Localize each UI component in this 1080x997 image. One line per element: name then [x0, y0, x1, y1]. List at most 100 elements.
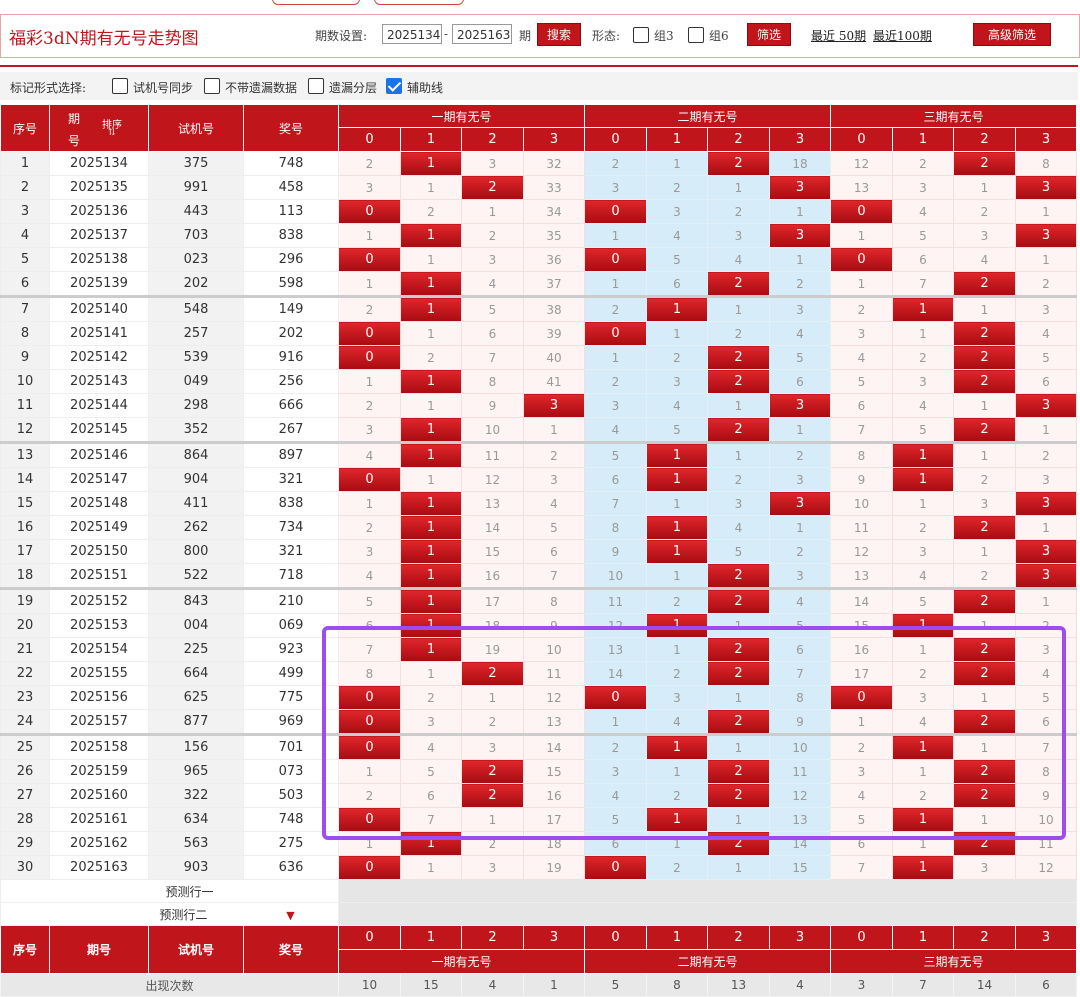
- omission-cell: 34: [523, 199, 585, 224]
- row-period: 2025155: [49, 661, 149, 686]
- omission-cell: 3: [461, 247, 524, 272]
- omission-cell: 6: [830, 831, 893, 856]
- omission-cell: 4: [892, 199, 954, 224]
- omission-cell: 32: [523, 151, 585, 176]
- predict-row-1-cells[interactable]: [338, 879, 1077, 903]
- row-prize-number: 321: [243, 467, 339, 492]
- omission-cell: 11: [1015, 831, 1077, 856]
- hit-cell: 3: [1015, 491, 1077, 516]
- row-seq: 24: [0, 709, 50, 735]
- row-prize-number: 202: [243, 321, 339, 346]
- top-tab-stub[interactable]: [272, 0, 360, 5]
- guide-line-checkbox[interactable]: [386, 78, 402, 94]
- top-tab-stub[interactable]: [374, 0, 464, 5]
- row-period: 2025157: [49, 709, 149, 735]
- omission-cell: 6: [338, 613, 401, 638]
- hit-cell: 2: [707, 831, 770, 856]
- hit-cell: 1: [892, 613, 954, 638]
- hit-cell: 2: [953, 709, 1016, 735]
- omission-cell: 1: [400, 247, 462, 272]
- footer-digit: 3: [1015, 925, 1077, 950]
- hit-cell: 1: [400, 831, 462, 856]
- omission-cell: 1: [461, 807, 524, 832]
- recent-50-link[interactable]: 最近 50期: [811, 27, 866, 44]
- col-header-period[interactable]: 期 号 排序 ⇅: [49, 104, 149, 152]
- predict-row-1-label: 预测行一: [0, 879, 339, 903]
- hit-cell: 1: [646, 539, 708, 564]
- omission-cell: 15: [461, 539, 524, 564]
- omission-cell: 2: [584, 295, 647, 322]
- filter-button[interactable]: 筛选: [747, 23, 791, 46]
- arrow-down-icon[interactable]: ▼: [286, 909, 294, 922]
- omission-cell: 4: [830, 783, 893, 808]
- digit-header: 2: [461, 127, 524, 152]
- hit-cell: 2: [707, 369, 770, 394]
- table-row: 5 2025138 023 296 0 1 3 36 0 5 4 1 0 6 4 1: [0, 247, 1077, 272]
- group3-checkbox[interactable]: [633, 27, 649, 43]
- footer-digit: 1: [892, 925, 954, 950]
- recent-100-link[interactable]: 最近100期: [873, 27, 932, 44]
- omission-cell: 1: [400, 175, 462, 200]
- period-header-top: 期: [68, 112, 81, 126]
- row-prize-number: 149: [243, 295, 339, 322]
- footer-group-1: 一期有无号: [338, 949, 585, 974]
- omission-cell: 7: [338, 637, 401, 662]
- hit-cell: 0: [338, 709, 401, 735]
- omission-layer-checkbox[interactable]: [308, 78, 324, 94]
- omission-cell: 1: [338, 271, 401, 297]
- group6-checkbox[interactable]: [688, 27, 704, 43]
- table-row: 13 2025146 864 897 4 1 11 2 5 1 1 2 8 1 1 2: [0, 441, 1077, 468]
- row-test-number: 443: [148, 199, 244, 224]
- row-prize-number: 636: [243, 855, 339, 880]
- omission-cell: 3: [646, 685, 708, 710]
- omission-cell: 4: [892, 563, 954, 589]
- omission-cell: 3: [584, 393, 647, 418]
- sort-arrows-icon[interactable]: ⇅: [108, 129, 116, 138]
- start-period-input[interactable]: 2025134: [382, 24, 442, 44]
- omission-cell: 13: [461, 491, 524, 516]
- advanced-filter-button[interactable]: 高级筛选: [973, 23, 1051, 46]
- omission-cell: 4: [646, 223, 708, 248]
- hit-cell: 0: [830, 247, 893, 272]
- row-test-number: 965: [148, 759, 244, 784]
- hit-cell: 1: [646, 613, 708, 638]
- row-seq: 10: [0, 369, 50, 394]
- omission-cell: 1: [646, 831, 708, 856]
- row-test-number: 864: [148, 441, 244, 468]
- omission-cell: 2: [707, 321, 770, 346]
- omission-cell: 8: [338, 661, 401, 686]
- omission-cell: 2: [461, 223, 524, 248]
- omission-cell: 3: [707, 223, 770, 248]
- row-seq: 25: [0, 733, 50, 760]
- hit-cell: 3: [1015, 563, 1077, 589]
- row-test-number: 664: [148, 661, 244, 686]
- hit-cell: 2: [953, 637, 1016, 662]
- guide-line-label: 辅助线: [407, 81, 444, 95]
- omission-cell: 1: [707, 441, 770, 468]
- search-button[interactable]: 搜索: [537, 23, 581, 46]
- omission-cell: 33: [523, 175, 585, 200]
- row-period: 2025134: [49, 151, 149, 176]
- omission-cell: 5: [769, 613, 831, 638]
- table-row: 7 2025140 548 149 2 1 5 38 2 1 1 3 2 1 1 3: [0, 295, 1077, 322]
- row-seq: 4: [0, 223, 50, 248]
- omission-cell: 3: [953, 491, 1016, 516]
- omission-cell: 11: [461, 441, 524, 468]
- predict-row-2-cells[interactable]: [338, 902, 1077, 926]
- row-test-number: 322: [148, 783, 244, 808]
- omission-cell: 6: [769, 637, 831, 662]
- omission-cell: 3: [1015, 295, 1077, 322]
- no-omission-checkbox[interactable]: [204, 78, 220, 94]
- omission-cell: 3: [953, 223, 1016, 248]
- hit-cell: 3: [769, 175, 831, 200]
- hit-cell: 2: [953, 783, 1016, 808]
- omission-cell: 10: [830, 491, 893, 516]
- row-period: 2025138: [49, 247, 149, 272]
- omission-cell: 1: [953, 733, 1016, 760]
- row-prize-number: 897: [243, 441, 339, 468]
- end-period-input[interactable]: 2025163: [452, 24, 512, 44]
- omission-cell: 4: [707, 515, 770, 540]
- row-prize-number: 503: [243, 783, 339, 808]
- omission-cell: 18: [769, 151, 831, 176]
- sync-test-checkbox[interactable]: [112, 78, 128, 94]
